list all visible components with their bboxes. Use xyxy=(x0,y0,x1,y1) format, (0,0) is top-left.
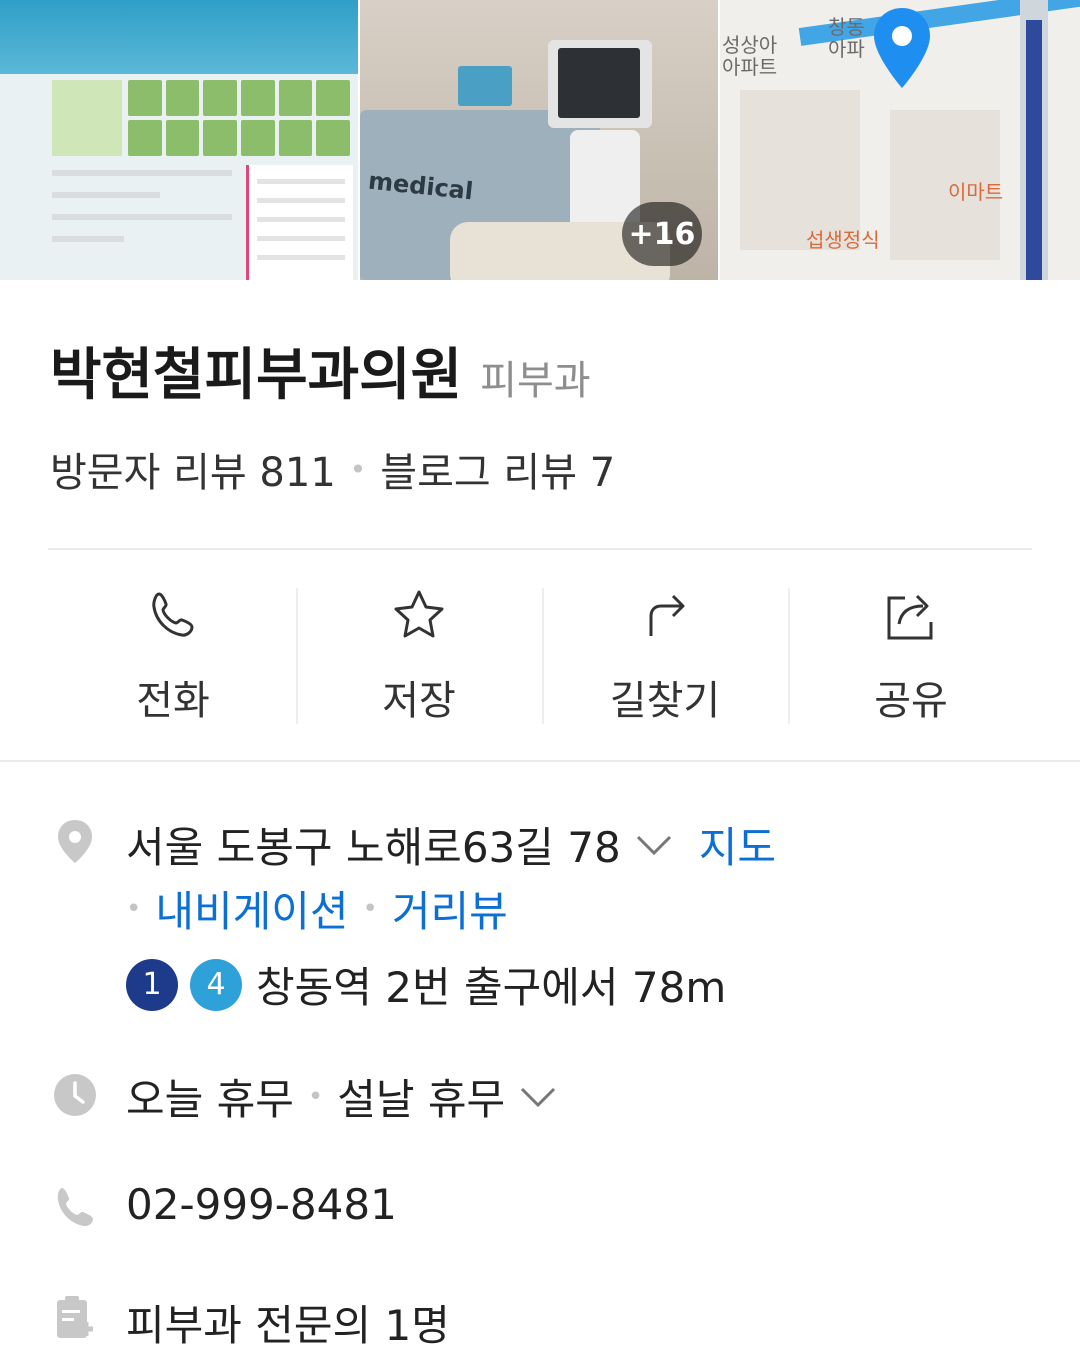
map-label-apt: 성상아 아파트 xyxy=(722,33,778,79)
place-name: 박현철피부과의원 xyxy=(50,343,463,408)
blog-reviews-link[interactable]: 블로그 리뷰 7 xyxy=(380,440,615,498)
subway-distance-text: 창동역 2번 출구에서 78m xyxy=(256,963,727,1012)
clipboard-icon xyxy=(57,1296,93,1338)
specialists-row: 피부과 전문의 1명 xyxy=(126,1292,450,1353)
call-button[interactable]: 전화 xyxy=(50,586,296,726)
photo-equipment[interactable]: medical +16 xyxy=(360,0,718,280)
phone-icon xyxy=(152,592,194,637)
more-photos-badge[interactable]: +16 xyxy=(622,202,702,266)
review-summary: 방문자 리뷰 811 • 블로그 리뷰 7 xyxy=(50,440,615,498)
save-button[interactable]: 저장 xyxy=(296,586,542,726)
website-sidebar xyxy=(246,165,353,280)
subway-line-4-badge: 4 xyxy=(190,958,242,1011)
directions-label: 길찾기 xyxy=(609,678,721,724)
subway-row: 1 4 창동역 2번 출구에서 78m xyxy=(126,954,726,1015)
map-pin-icon xyxy=(874,8,930,88)
save-label: 저장 xyxy=(382,678,456,724)
place-category: 피부과 xyxy=(480,358,591,404)
map-label-restaurant: 섭생정식 xyxy=(806,228,880,252)
equipment-device xyxy=(458,66,512,106)
address-text[interactable]: 서울 도봉구 노해로63길 78 xyxy=(126,814,621,875)
hours-row[interactable]: 오늘 휴무 • 설날 휴무 xyxy=(126,1066,557,1127)
navigation-link[interactable]: 내비게이션 xyxy=(155,878,348,939)
action-bar: 전화 저장 길찾기 공유 xyxy=(50,586,1034,726)
separator-dot: • xyxy=(349,452,367,486)
photo-website[interactable] xyxy=(0,0,358,280)
map-label-emart: 이마트 xyxy=(948,180,1004,204)
separator-dot: • xyxy=(126,893,142,924)
separator-dot: • xyxy=(362,893,378,924)
specialists-text: 피부과 전문의 1명 xyxy=(126,1301,450,1350)
divider xyxy=(48,548,1032,550)
phone-row: 02-999-8481 xyxy=(126,1180,397,1229)
website-menu-grid xyxy=(128,80,350,156)
separator-dot: • xyxy=(307,1081,324,1112)
visitor-reviews-link[interactable]: 방문자 리뷰 811 xyxy=(50,440,336,498)
photo-map[interactable]: 성상아 아파트 창동 아파 이마트 섭생정식 xyxy=(720,0,1080,280)
street-view-link[interactable]: 거리뷰 xyxy=(392,878,508,939)
share-label: 공유 xyxy=(874,678,948,724)
website-banner xyxy=(0,0,358,74)
website-notice-lines xyxy=(52,170,232,258)
share-button[interactable]: 공유 xyxy=(788,586,1034,726)
phone-icon xyxy=(57,1188,93,1227)
address-links-row: • 내비게이션 • 거리뷰 xyxy=(126,878,508,939)
hours-holiday: 설날 휴무 xyxy=(337,1075,506,1124)
location-icon xyxy=(58,820,92,863)
chevron-down-icon[interactable] xyxy=(519,1085,557,1109)
subway-line-1-badge: 1 xyxy=(126,958,178,1011)
share-icon xyxy=(887,594,933,640)
clock-icon xyxy=(54,1074,96,1116)
map-rail-line xyxy=(1026,20,1042,280)
map-label-changdong: 창동 아파 xyxy=(828,15,865,61)
equipment-screen xyxy=(558,48,640,118)
photo-strip: medical +16 성상아 아파트 창동 아파 이마트 섭생정식 xyxy=(0,0,1080,280)
place-header: 박현철피부과의원 피부과 xyxy=(50,330,591,411)
hours-today: 오늘 휴무 xyxy=(126,1075,294,1124)
website-avatar xyxy=(52,80,122,156)
star-icon xyxy=(394,590,444,638)
directions-icon xyxy=(649,594,685,636)
map-link[interactable]: 지도 xyxy=(699,814,776,875)
address-row: 서울 도봉구 노해로63길 78 지도 xyxy=(126,814,776,875)
phone-number[interactable]: 02-999-8481 xyxy=(126,1180,397,1229)
call-label: 전화 xyxy=(136,678,210,724)
divider xyxy=(0,760,1080,762)
directions-button[interactable]: 길찾기 xyxy=(542,586,788,726)
chevron-down-icon[interactable] xyxy=(635,833,673,857)
